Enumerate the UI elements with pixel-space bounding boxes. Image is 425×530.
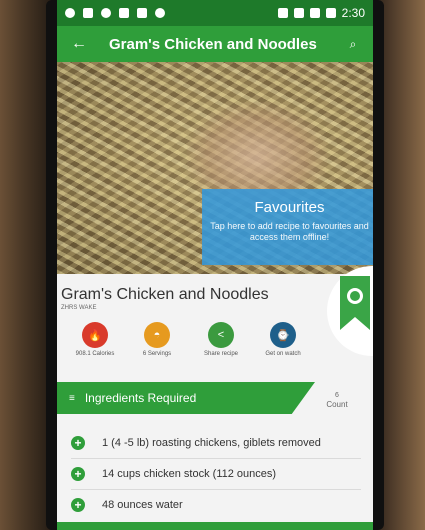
signal-icon — [309, 8, 320, 18]
count-label: Count — [326, 400, 348, 409]
add-icon[interactable]: + — [71, 498, 85, 512]
clock: 2:30 — [341, 6, 365, 20]
get-on-watch-button[interactable]: ⌚ Get on watch — [253, 322, 313, 358]
share-recipe-button[interactable]: < Share recipe — [191, 322, 251, 358]
stat-servings: ◓ 6 Servings — [127, 322, 187, 358]
ingredients-header-label: Ingredients Required — [84, 391, 197, 405]
flame-icon: 🔥 — [82, 322, 108, 348]
bottom-strip — [57, 522, 373, 530]
dropbox-icon — [65, 8, 75, 18]
battery-icon — [325, 8, 336, 18]
favourites-tooltip-body: Tap here to add recipe to favourites and… — [210, 221, 369, 242]
ingredient-item[interactable]: + 48 ounces water — [57, 490, 373, 520]
message-icon — [83, 8, 93, 18]
phone-frame: 2:30 ← Gram's Chicken and Noodles ⌕ Favo… — [46, 0, 384, 530]
ingredients-header[interactable]: ≡ Ingredients Required — [57, 382, 315, 414]
screen: 2:30 ← Gram's Chicken and Noodles ⌕ Favo… — [57, 0, 373, 530]
search-icon[interactable]: ⌕ — [343, 37, 363, 52]
notification-icons — [65, 8, 165, 18]
count-value: 6 — [335, 392, 339, 399]
ingredient-item[interactable]: + 1 (4 -5 lb) roasting chickens, giblets… — [57, 428, 373, 458]
ingredient-text: 1 (4 -5 lb) roasting chickens, giblets r… — [102, 437, 321, 449]
list-icon: ≡ — [69, 392, 75, 404]
app-title: Gram's Chicken and Noodles — [109, 35, 317, 53]
stat-label: Get on watch — [265, 351, 301, 357]
recipe-subtitle: ZHRS WAKE — [61, 305, 97, 311]
bookmark-icon — [347, 288, 363, 304]
lock-icon — [137, 8, 147, 18]
android-icon — [155, 8, 165, 18]
add-icon[interactable]: + — [71, 467, 85, 481]
ingredient-text: 48 ounces water — [102, 499, 183, 511]
ingredient-text: 14 cups chicken stock (112 ounces) — [102, 468, 277, 480]
stat-label: Share recipe — [203, 351, 239, 357]
sync-icon — [101, 8, 111, 18]
wifi-icon — [293, 8, 304, 18]
stat-label: 6 Servings — [142, 351, 172, 357]
back-arrow-icon[interactable]: ← — [67, 35, 91, 53]
app-bar: ← Gram's Chicken and Noodles ⌕ — [57, 26, 373, 62]
stat-calories: 🔥 908.1 Calories — [65, 322, 125, 358]
bluetooth-icon — [277, 8, 288, 18]
dish-icon: ◓ — [144, 322, 170, 348]
share-icon: < — [208, 322, 234, 348]
status-bar: 2:30 — [57, 0, 373, 26]
stat-label: 908.1 Calories — [75, 351, 115, 357]
recipe-card: Gram's Chicken and Noodles ZHRS WAKE 🔥 9… — [57, 266, 373, 530]
add-icon[interactable]: + — [71, 436, 85, 450]
tools-icon — [119, 8, 129, 18]
system-icons: 2:30 — [277, 6, 365, 20]
watch-icon: ⌚ — [270, 322, 296, 348]
recipe-stats: 🔥 908.1 Calories ◓ 6 Servings < Share re… — [57, 322, 327, 372]
recipe-title: Gram's Chicken and Noodles — [61, 286, 269, 303]
favourites-tooltip-title: Favourites — [254, 199, 325, 216]
ingredient-count: 6 Count — [317, 391, 357, 409]
ingredient-item[interactable]: + 14 cups chicken stock (112 ounces) — [57, 459, 373, 489]
favourites-tooltip[interactable]: Favourites Tap here to add recipe to fav… — [202, 189, 373, 265]
